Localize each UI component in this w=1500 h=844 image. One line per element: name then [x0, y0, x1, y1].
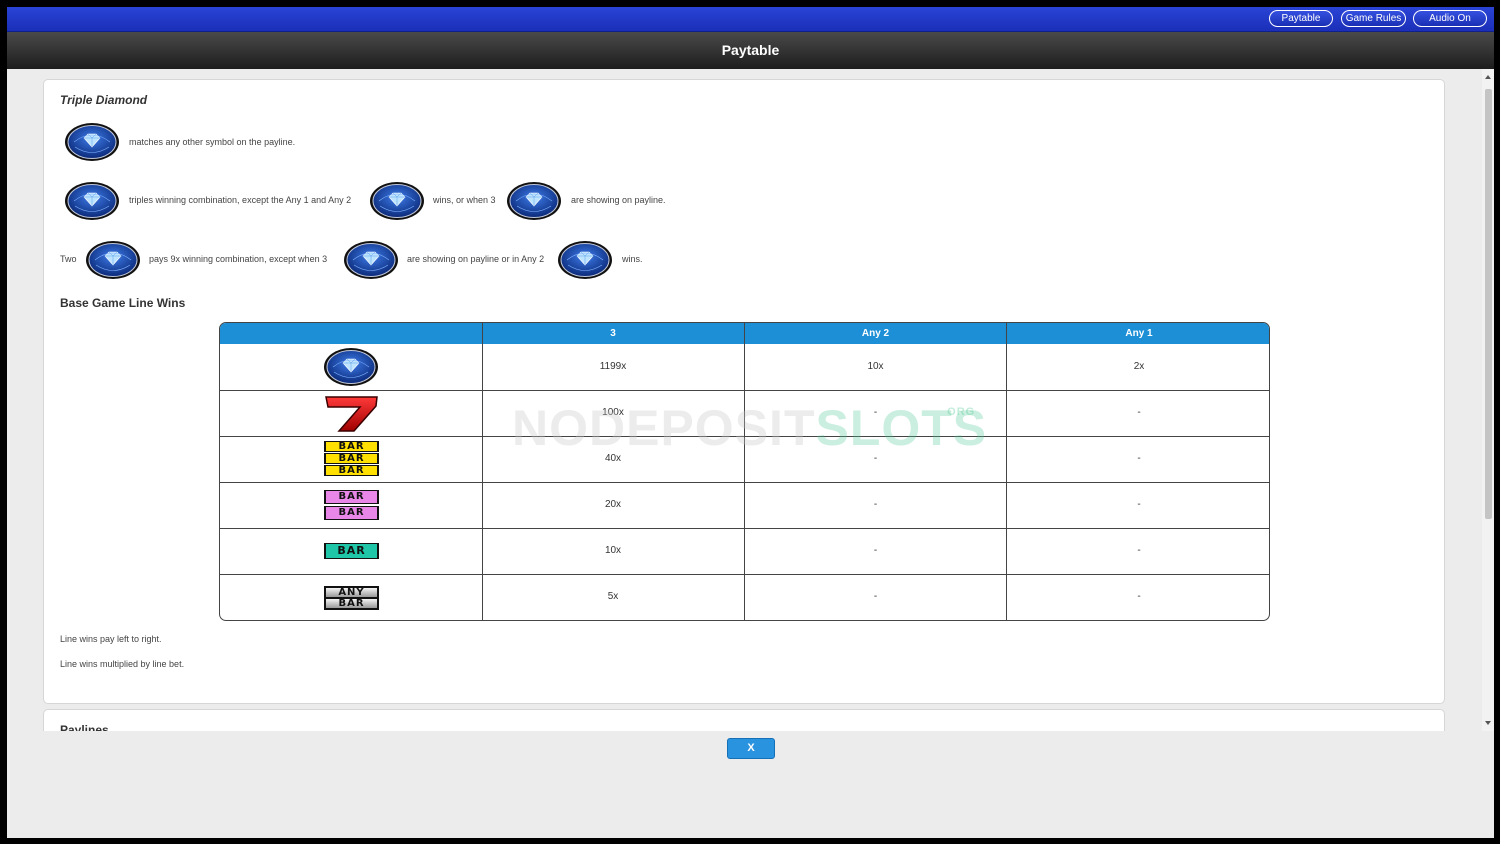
- payout-cell: -: [873, 407, 878, 418]
- payout-cell: 10x: [867, 361, 884, 372]
- payout-cell: -: [873, 545, 878, 556]
- base-game-heading: Base Game Line Wins: [60, 296, 186, 310]
- payout-cell: 100x: [602, 407, 624, 418]
- payout-cell: 2x: [1133, 361, 1145, 372]
- triple-bar-icon: BAR BAR BAR: [324, 441, 379, 477]
- top-bar: Paytable Game Rules Audio On: [7, 7, 1494, 32]
- column-header-symbol: [220, 323, 482, 344]
- vertical-scrollbar[interactable]: [1482, 69, 1494, 731]
- single-bar-icon: BAR: [324, 543, 379, 560]
- rule-text: wins, or when 3: [433, 195, 496, 205]
- paytable-content[interactable]: Triple Diamond matches any other symbol …: [7, 69, 1477, 731]
- game-window: Paytable Game Rules Audio On Paytable Tr…: [7, 7, 1494, 838]
- note-text: Line wins pay left to right.: [60, 634, 162, 644]
- section-heading: Triple Diamond: [60, 93, 148, 107]
- scroll-down-arrow-icon[interactable]: [1485, 721, 1491, 725]
- audio-toggle-button[interactable]: Audio On: [1413, 10, 1487, 27]
- column-header-any1: Any 1: [1007, 323, 1269, 344]
- payout-cell: 20x: [604, 499, 622, 510]
- red-seven-icon: [325, 396, 378, 432]
- payout-cell: 40x: [604, 453, 622, 464]
- triple-diamond-icon: [370, 182, 424, 220]
- rule-text: matches any other symbol on the payline.: [129, 137, 296, 147]
- game-rules-button[interactable]: Game Rules: [1341, 10, 1406, 27]
- rule-text: Two: [60, 254, 77, 264]
- triple-diamond-icon: [86, 241, 140, 279]
- payout-cell: -: [873, 453, 878, 464]
- payout-cell: 5x: [607, 591, 619, 602]
- rule-text: wins.: [622, 254, 643, 264]
- payout-cell: 10x: [604, 545, 622, 556]
- double-bar-icon: BAR BAR: [324, 490, 379, 521]
- rule-text: are showing on payline or in Any 2: [407, 254, 545, 264]
- payout-cell: -: [873, 591, 878, 602]
- triple-diamond-icon: [507, 182, 561, 220]
- triple-diamond-icon: [65, 123, 119, 161]
- triple-diamond-icon: [65, 182, 119, 220]
- triple-diamond-panel: Triple Diamond matches any other symbol …: [43, 79, 1445, 704]
- paytable-grid: 3 Any 2 Any 1 1199x 10x 2x 100x - - BAR …: [219, 322, 1270, 621]
- triple-diamond-icon: [324, 348, 378, 386]
- row-divider: [220, 482, 1269, 483]
- column-header-any2: Any 2: [744, 323, 1007, 344]
- rule-text: are showing on payline.: [571, 195, 666, 205]
- payout-cell: -: [1137, 407, 1141, 418]
- any-bar-icon: ANY BAR: [324, 586, 379, 610]
- paylines-panel: Paylines: [43, 709, 1445, 731]
- rule-text: triples winning combination, except the …: [129, 195, 352, 205]
- payout-cell: -: [1137, 591, 1141, 602]
- rule-text: pays 9x winning combination, except when…: [149, 254, 328, 264]
- scrollbar-thumb[interactable]: [1485, 89, 1492, 519]
- payout-cell: -: [1137, 499, 1141, 510]
- note-text: Line wins multiplied by line bet.: [60, 659, 185, 669]
- row-divider: [220, 574, 1269, 575]
- row-divider: [220, 436, 1269, 437]
- triple-diamond-icon: [558, 241, 612, 279]
- column-header-3: 3: [482, 323, 744, 344]
- payout-cell: -: [1137, 453, 1141, 464]
- payout-cell: -: [873, 499, 878, 510]
- scroll-up-arrow-icon[interactable]: [1485, 75, 1491, 79]
- row-divider: [220, 528, 1269, 529]
- close-button[interactable]: X: [727, 738, 775, 759]
- section-heading: Paylines: [60, 723, 109, 731]
- row-divider: [220, 390, 1269, 391]
- page-title: Paytable: [7, 32, 1494, 69]
- paytable-button[interactable]: Paytable: [1269, 10, 1333, 27]
- payout-cell: 1199x: [599, 361, 627, 372]
- triple-diamond-icon: [344, 241, 398, 279]
- payout-cell: -: [1137, 545, 1141, 556]
